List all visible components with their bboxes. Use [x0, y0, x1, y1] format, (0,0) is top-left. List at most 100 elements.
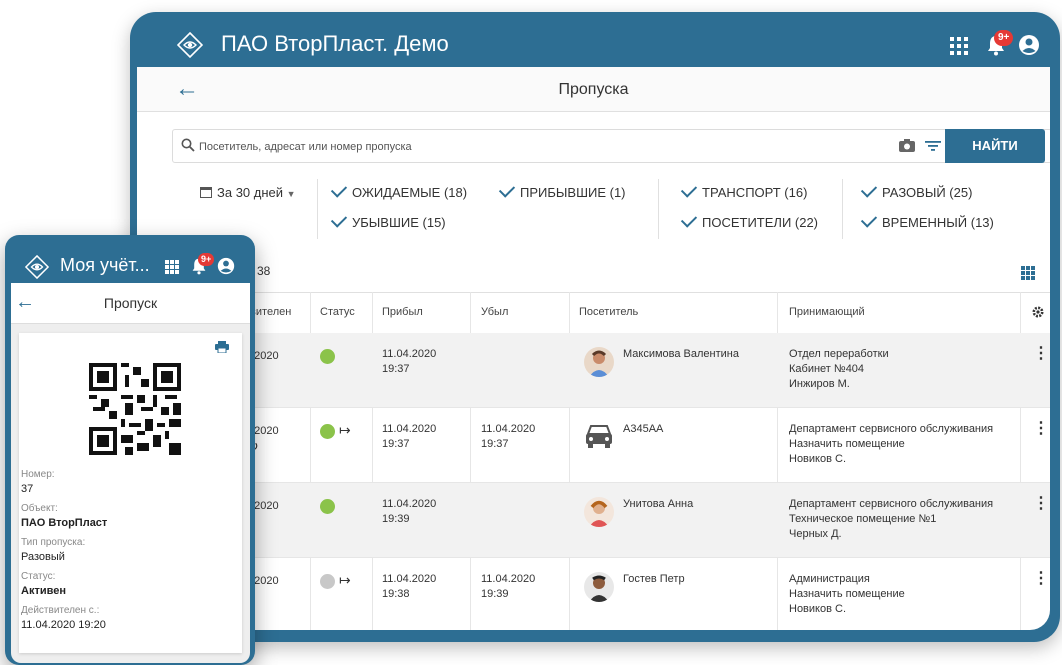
- car-icon: [586, 425, 612, 448]
- arrived-date: 11.04.2020: [382, 348, 437, 360]
- field-label: Действителен с.:: [21, 605, 100, 616]
- host-cell: Администрация Назначить помещение Новиков …: [789, 572, 905, 617]
- arrived-cell: 11.04.2020 19:39: [382, 497, 436, 527]
- host-line: Кабинет №404: [789, 363, 865, 375]
- main-screen: ← Пропуска НАЙТИ За 30 дней ▼: [137, 67, 1050, 630]
- search-input[interactable]: [197, 136, 801, 158]
- filter-icon[interactable]: [925, 139, 941, 153]
- host-line: Инжиров М.: [789, 378, 850, 390]
- table-row[interactable]: 4.2020 11.04.2020 19:39 Унитова Анна Депа…: [137, 483, 1050, 558]
- filter-chip-single[interactable]: РАЗОВЫЙ (25): [860, 181, 973, 200]
- find-button[interactable]: НАЙТИ: [945, 129, 1045, 163]
- search-icon: [181, 138, 195, 152]
- divider: [317, 179, 318, 239]
- view-grid-icon[interactable]: [1021, 266, 1035, 280]
- host-line: Новиков С.: [789, 453, 847, 465]
- pass-card: Номер: 37 Объект: ПАО ВторПласт Тип проп…: [19, 333, 242, 653]
- filter-chip-arrived[interactable]: ПРИБЫВШИЕ (1): [498, 181, 626, 200]
- status-dot-inactive: [320, 574, 335, 589]
- account-icon[interactable]: [1018, 34, 1040, 56]
- table-row[interactable]: 4.2020 ↻ ↦ 11.04.202019:37 11.04.202019:…: [137, 408, 1050, 483]
- mobile-app-title: Моя учёт...: [60, 255, 150, 275]
- left-cell: 11.04.2020 19:37: [481, 422, 535, 452]
- divider: [658, 179, 659, 239]
- field-value: Активен: [21, 585, 66, 597]
- arrived-time: 19:38: [382, 588, 410, 600]
- exit-icon: ↦: [339, 422, 351, 438]
- arrived-cell: 11.04.2020 19:37: [382, 347, 436, 377]
- camera-icon[interactable]: [899, 139, 915, 152]
- left-cell: 11.04.2020 19:39: [481, 572, 535, 602]
- field-label: Тип пропуска:: [21, 537, 86, 548]
- app-title: ПАО ВторПласт. Демо: [221, 31, 449, 56]
- column-header[interactable]: Принимающий: [789, 306, 865, 318]
- logo-icon: [25, 255, 49, 279]
- chip-label: УБЫВШИЕ (15): [352, 215, 446, 230]
- visitor-name: Гостев Петр: [623, 573, 685, 585]
- check-icon: [860, 181, 878, 198]
- field-value: Разовый: [21, 551, 65, 563]
- filter-chip-transport[interactable]: ТРАНСПОРТ (16): [680, 181, 808, 200]
- left-date: 11.04.2020: [481, 423, 536, 435]
- left-date: 11.04.2020: [481, 573, 536, 585]
- mobile-page-title: Пропуск: [103, 295, 158, 311]
- host-line: Назначить помещение: [789, 588, 905, 600]
- notification-badge: 9+: [994, 30, 1014, 46]
- period-select[interactable]: За 30 дней ▼: [200, 185, 296, 200]
- chip-label: ВРЕМЕННЫЙ (13): [882, 215, 994, 230]
- filter-chip-visitors[interactable]: ПОСЕТИТЕЛИ (22): [680, 211, 819, 230]
- more-vert-icon[interactable]: ⋮: [1033, 571, 1049, 587]
- filter-chip-expected[interactable]: ОЖИДАЕМЫЕ (18): [330, 181, 467, 200]
- host-line: Отдел переработки: [789, 348, 889, 360]
- result-count: 38: [257, 264, 271, 278]
- host-cell: Отдел переработки Кабинет №404 Инжиров М.: [789, 347, 889, 392]
- filter-chip-temporary[interactable]: ВРЕМЕННЫЙ (13): [860, 211, 994, 230]
- desktop-app-window: ПАО ВторПласт. Демо 9+ ← Пропуска Посети…: [130, 12, 1060, 642]
- more-vert-icon[interactable]: ⋮: [1033, 421, 1049, 437]
- status-dot-active: [320, 349, 335, 364]
- page-title: Пропуска: [558, 81, 629, 98]
- divider: [842, 179, 843, 239]
- arrived-time: 19:37: [382, 363, 410, 375]
- mobile-page-header: ← Пропуск: [11, 283, 250, 324]
- check-icon: [680, 211, 698, 228]
- check-icon: [498, 181, 516, 198]
- arrived-date: 11.04.2020: [382, 423, 437, 435]
- more-vert-icon[interactable]: ⋮: [1033, 346, 1049, 362]
- arrived-cell: 11.04.2020 19:37: [382, 422, 436, 452]
- account-icon[interactable]: [217, 257, 235, 275]
- period-label: За 30 дней: [217, 185, 284, 200]
- column-header[interactable]: Прибыл: [382, 306, 423, 318]
- host-line: Техническое помещение №1: [789, 513, 937, 525]
- mobile-screen: ← Пропуск Номер: 37 Объект: ПАО ВторПлас…: [11, 283, 250, 663]
- chip-label: ТРАНСПОРТ (16): [702, 185, 808, 200]
- arrived-cell: 11.04.2020 19:38: [382, 572, 436, 602]
- column-header[interactable]: Убыл: [481, 306, 508, 318]
- host-cell: Департамент сервисного обслуживания Техни…: [789, 497, 993, 542]
- visitor-avatar: [584, 572, 614, 602]
- left-time: 19:39: [481, 588, 509, 600]
- settings-icon[interactable]: [1032, 306, 1044, 318]
- field-value: 11.04.2020 19:20: [21, 619, 106, 631]
- host-line: Департамент сервисного обслуживания: [789, 423, 994, 435]
- more-vert-icon[interactable]: ⋮: [1033, 496, 1049, 512]
- arrived-time: 19:39: [382, 513, 410, 525]
- host-line: Черных Д.: [789, 528, 842, 540]
- search-bar: НАЙТИ: [172, 129, 1050, 163]
- visitor-name: А345АА: [623, 423, 664, 435]
- chip-label: РАЗОВЫЙ (25): [882, 185, 973, 200]
- apps-grid-icon[interactable]: [950, 37, 968, 55]
- table-row[interactable]: 4.2020 11.04.2020 19:37 Максимова Валенти…: [137, 333, 1050, 408]
- column-header[interactable]: Посетитель: [579, 306, 638, 318]
- visitor-name: Максимова Валентина: [623, 348, 739, 360]
- column-header[interactable]: Статус: [320, 306, 355, 318]
- table-row[interactable]: 4.2020 ↦ 11.04.2020 19:38 11.04.2020 19:39…: [137, 558, 1050, 630]
- apps-grid-icon[interactable]: [165, 260, 179, 274]
- chip-label: ПРИБЫВШИЕ (1): [520, 185, 626, 200]
- visitor-avatar: [584, 497, 614, 527]
- filter-chip-left[interactable]: УБЫВШИЕ (15): [330, 211, 446, 230]
- app-bar: ПАО ВторПласт. Демо 9+: [130, 12, 1060, 72]
- chip-label: ПОСЕТИТЕЛИ (22): [702, 215, 819, 230]
- print-icon[interactable]: [215, 341, 229, 353]
- host-line: Администрация: [789, 573, 870, 585]
